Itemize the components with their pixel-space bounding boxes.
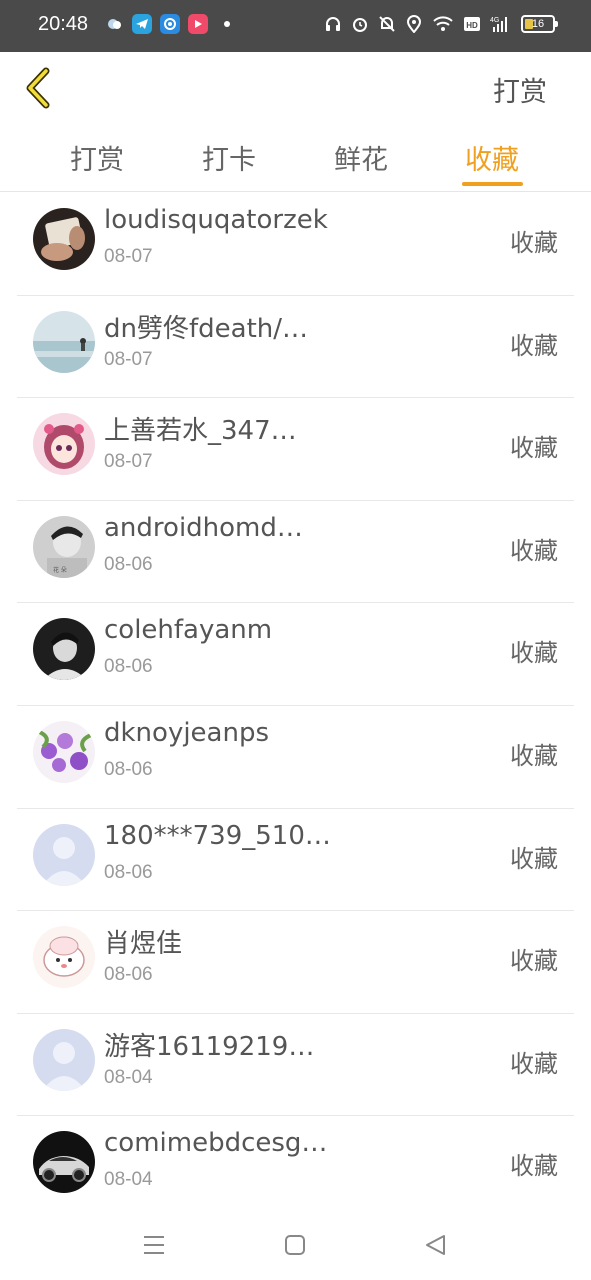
avatar[interactable] [33,413,95,476]
item-date: 08-06 [104,656,153,678]
user-name: 180***739_510… [104,820,331,851]
avatar[interactable]: 花 朵 [33,515,95,578]
notification-icons [104,14,230,34]
tab-bar: 打赏 打卡 鲜花 收藏 [0,128,591,192]
item-date: 08-06 [104,758,153,780]
alarm-icon [351,14,369,34]
status-bar: 20:48 HD 4G 16 [0,0,591,52]
telegram-icon [132,14,152,34]
tab-reward[interactable]: 打赏 [47,138,147,177]
headphones-icon [324,14,342,34]
back-button[interactable] [22,66,56,110]
item-date: 08-06 [104,553,153,575]
item-date: 08-06 [104,861,153,883]
user-name: dknoyjeanps [104,717,270,748]
browser-icon [160,14,180,34]
battery-icon: 16 [521,15,558,33]
item-date: 08-07 [104,451,153,473]
tab-flowers[interactable]: 鲜花 [311,138,411,177]
list-item[interactable]: dknoyjeanps 08-06 收藏 [17,706,574,809]
battery-level: 16 [531,18,545,30]
svg-text:HD: HD [466,21,478,30]
avatar[interactable] [33,1028,95,1091]
action-label: 收藏 [510,331,558,360]
action-label: 收藏 [510,229,558,257]
system-nav-bar [0,1210,591,1280]
action-label: 收藏 [510,1152,558,1181]
user-name: colehfayanm [104,615,273,646]
location-icon [405,14,423,34]
user-name: 游客16119219… [104,1031,315,1062]
user-name: loudisquqatorzek [104,205,328,235]
list-item[interactable]: 花 朵 androidhomd… 08-06 收藏 [17,501,574,604]
avatar[interactable] [33,720,95,783]
weather-icon [104,14,124,34]
list-item[interactable]: loudisquqatorzek 08-07 收藏 [17,193,574,296]
active-tab-indicator [462,182,523,186]
svg-text:4G: 4G [490,17,499,24]
list-item[interactable]: 游客16119219… 08-04 收藏 [17,1014,574,1117]
header-reward-link[interactable]: 打赏 [493,70,547,109]
signal-4g-icon: 4G [490,14,512,34]
list-item[interactable]: 肖煜佳 08-06 收藏 [17,911,574,1014]
status-time: 20:48 [38,13,89,35]
wifi-icon [432,14,454,34]
item-date: 08-04 [104,1066,153,1088]
list-item[interactable]: comimebdcesg… 08-04 收藏 [17,1116,574,1219]
user-name: dn劈佟fdeath/… [104,313,309,344]
item-date: 08-07 [104,246,153,267]
tab-favorites[interactable]: 收藏 [442,138,542,177]
video-app-icon [188,14,208,34]
dot-icon [224,21,230,27]
action-label: 收藏 [510,844,558,873]
avatar[interactable] [33,310,95,373]
menu-button[interactable] [140,1232,168,1258]
action-label: 收藏 [510,947,558,976]
menu-icon [144,1236,164,1254]
user-name: 上善若水_347… [104,416,297,447]
mute-bell-icon [378,14,396,34]
avatar[interactable] [33,926,95,989]
home-icon [285,1235,305,1255]
home-button[interactable] [281,1232,309,1258]
chevron-left-icon [26,67,50,109]
action-label: 收藏 [510,639,558,668]
avatar[interactable] [33,1131,95,1194]
back-nav-button[interactable] [422,1232,450,1258]
user-name: 肖煜佳 [104,929,183,960]
action-label: 收藏 [510,434,558,463]
list-item[interactable]: colehfayanm 08-06 收藏 [17,603,574,706]
avatar[interactable] [33,208,95,270]
list-item[interactable]: 上善若水_347… 08-07 收藏 [17,398,574,501]
avatar[interactable] [33,823,95,886]
favorites-list: loudisquqatorzek 08-07 收藏 dn劈佟fdeath/… 08-07… [0,193,591,1219]
item-date: 08-04 [104,1169,153,1191]
list-item[interactable]: dn劈佟fdeath/… 08-07 收藏 [17,296,574,399]
header: 打赏 [0,52,591,126]
hd-icon: HD [463,14,481,34]
back-triangle-icon [426,1235,445,1255]
svg-text:花 朵: 花 朵 [53,566,67,574]
user-name: androidhomd… [104,512,303,543]
item-date: 08-07 [104,348,153,370]
list-item[interactable]: 180***739_510… 08-06 收藏 [17,809,574,912]
action-label: 收藏 [510,741,558,770]
system-icons: HD 4G 16 [324,14,558,34]
action-label: 收藏 [510,1049,558,1078]
user-name: comimebdcesg… [104,1128,328,1159]
avatar[interactable] [33,618,95,681]
item-date: 08-06 [104,964,153,986]
action-label: 收藏 [510,536,558,565]
tab-checkin[interactable]: 打卡 [179,138,279,177]
